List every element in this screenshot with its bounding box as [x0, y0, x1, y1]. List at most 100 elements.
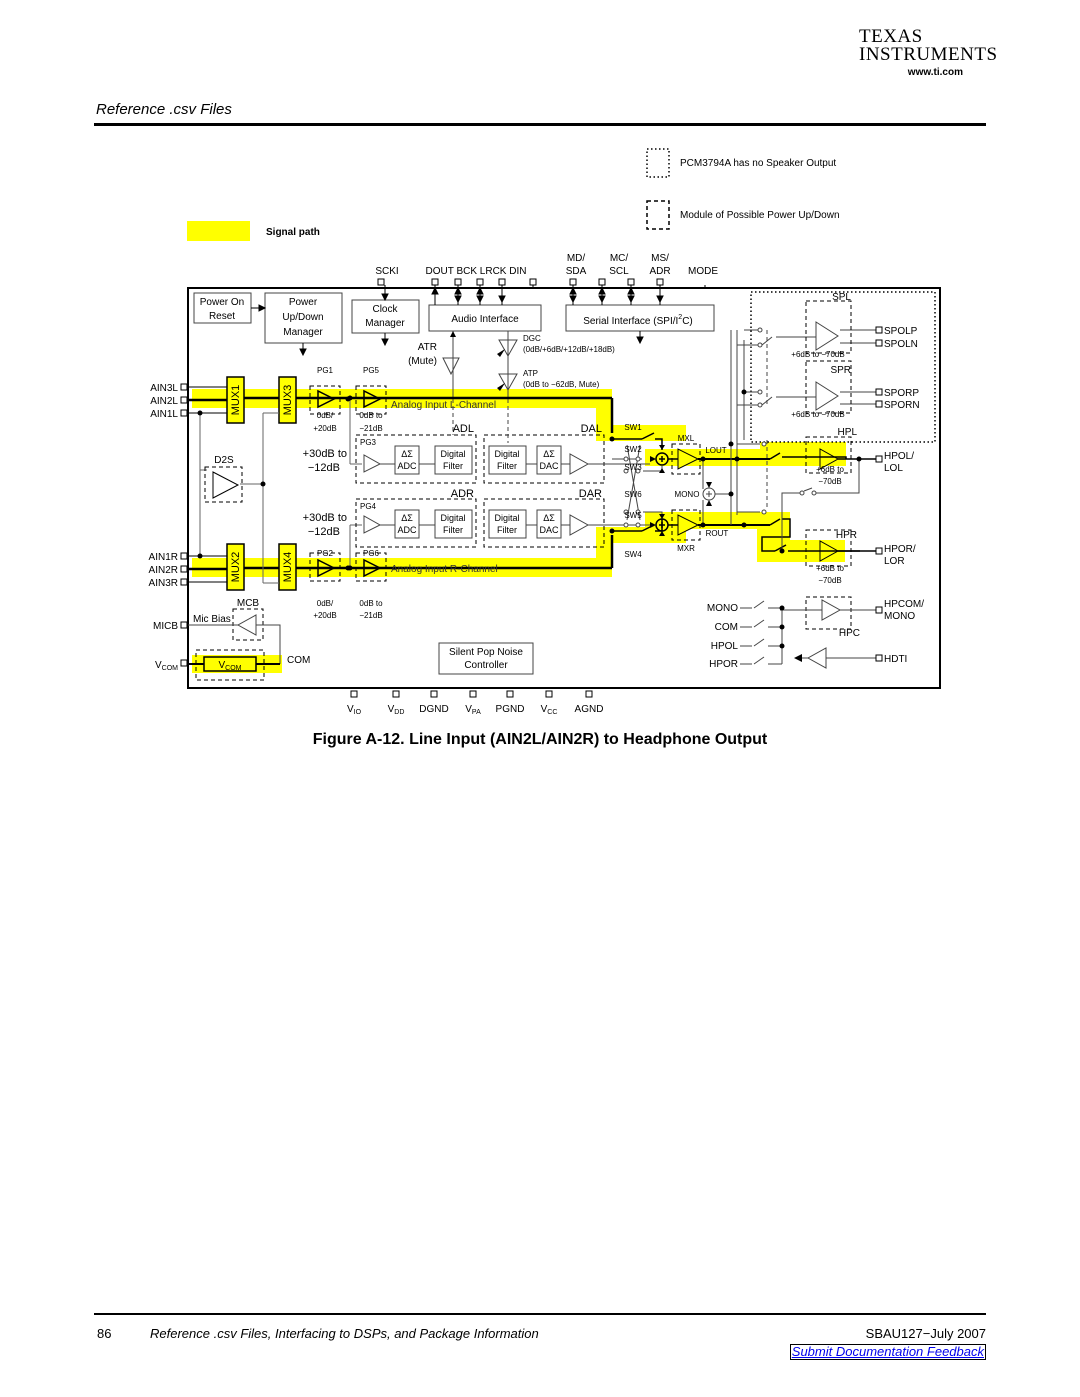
spl-module: [805, 300, 852, 354]
footer-title: Reference .csv Files, Interfacing to DSP…: [150, 1326, 539, 1341]
adl-label: ADL: [453, 423, 474, 435]
por-label-1: Power On: [200, 297, 244, 308]
d2s-label: D2S: [214, 455, 234, 466]
df-dal-1: Digital: [494, 449, 519, 459]
adc-r-label: ADC: [397, 525, 417, 535]
mux2: MUX2: [230, 552, 242, 583]
hdti-buffer-icon: [806, 647, 827, 669]
pin-hdti: HDTI: [884, 654, 907, 665]
adc-l-label: ADC: [397, 461, 417, 471]
pin-sporp: SPORP: [884, 388, 919, 399]
pg6-range-2: −21dB: [359, 611, 382, 620]
mic-bias-amp-icon: [236, 614, 257, 636]
pg5-label: PG5: [363, 366, 380, 375]
pin-hpcom: HPCOM/: [884, 599, 924, 610]
sw5-label: SW5: [624, 511, 642, 520]
atp-label: ATP: [523, 369, 538, 378]
lout-label: LOUT: [705, 446, 726, 455]
dal-label: DAL: [581, 423, 602, 435]
atr-label: ATR: [418, 342, 437, 353]
pin-ain3l: AIN3L: [150, 383, 178, 394]
por-label-2: Reset: [209, 311, 235, 322]
hpc-in-hpol: HPOL: [711, 641, 739, 652]
pin-ain2l: AIN2L: [150, 396, 178, 407]
pud-label-2: Up/Down: [282, 312, 323, 323]
mux4: MUX4: [282, 552, 294, 583]
pin-mode: MODE: [688, 266, 718, 277]
mono-label: MONO: [675, 490, 700, 499]
df-adl-2: Filter: [443, 461, 463, 471]
dal-module: [483, 434, 605, 484]
pin-vcc: VCC: [541, 704, 558, 716]
pg3-amp-icon: [363, 454, 382, 473]
sw1-label: SW1: [624, 423, 642, 432]
pin-mc: MC/: [610, 253, 629, 264]
pin-vcom: VCOM: [155, 660, 178, 672]
spl-label: SPL: [832, 292, 851, 303]
atr-mute-label: (Mute): [408, 356, 437, 367]
serial-if-label: Serial Interface (SPI/I: [583, 316, 678, 327]
sw4-label: SW4: [624, 550, 642, 559]
hpl-range-1: +6dB to: [816, 465, 844, 474]
sw2-label: SW2: [624, 445, 642, 454]
rout-label: ROUT: [706, 529, 729, 538]
hpc-amp-icon: [821, 599, 842, 621]
pud-label-1: Power: [289, 297, 318, 308]
atr-triangle: [442, 357, 460, 376]
bottom-rule: [94, 1313, 986, 1315]
doc-id: SBAU127−July 2007: [865, 1326, 986, 1341]
dar-amp-icon: [569, 514, 590, 536]
pin-adr: ADR: [649, 266, 670, 277]
pg6-label: PG6: [363, 549, 380, 558]
pg1-range-2: +20dB: [313, 424, 336, 433]
pg5-range-1: 0dB to: [359, 411, 383, 420]
legend-dotted-box: [646, 148, 670, 178]
pin-vdd: VDD: [388, 704, 405, 716]
pin-ms: MS/: [651, 253, 669, 264]
dac-l-label: DAC: [539, 461, 559, 471]
pg4-range-2: −12dB: [308, 526, 340, 538]
pg6-range-1: 0dB to: [359, 599, 383, 608]
dac-r-label: DAC: [539, 525, 559, 535]
pud-label-3: Manager: [283, 327, 323, 338]
analog-input-r-label: Analog Input R-Channel: [391, 564, 498, 575]
mic-bias-label: Mic Bias: [193, 614, 231, 625]
df-dar-2: Filter: [497, 525, 517, 535]
spn-label-1: Silent Pop Noise: [449, 647, 523, 658]
ds-adr: ΔΣ: [401, 513, 413, 523]
df-dal-2: Filter: [497, 461, 517, 471]
ds-dal: ΔΣ: [543, 449, 555, 459]
pin-lol: LOL: [884, 463, 903, 474]
sw3-label: SW3: [624, 463, 642, 472]
pin-mono: MONO: [884, 611, 915, 622]
pin-ain1r: AIN1R: [149, 552, 178, 563]
clk-label-2: Manager: [365, 318, 405, 329]
pin-lor: LOR: [884, 556, 905, 567]
legend-dashed-label: Module of Possible Power Up/Down: [680, 210, 840, 221]
hpc-label: HPC: [839, 628, 860, 639]
pin-md: MD/: [567, 253, 586, 264]
mux1: MUX1: [230, 385, 242, 416]
pg1-range-1: 0dB/: [317, 411, 334, 420]
audio-if-label: Audio Interface: [451, 314, 519, 325]
pin-sporn: SPORN: [884, 400, 920, 411]
pin-scki: SCKI: [375, 266, 398, 277]
pg5-range-2: −21dB: [359, 424, 382, 433]
mux3: MUX3: [282, 385, 294, 416]
pg4-range-1: +30dB to: [303, 512, 347, 524]
d2s-amp-icon: [212, 471, 240, 499]
pin-hpor: HPOR/: [884, 544, 916, 555]
pin-dgnd: DGND: [419, 704, 448, 715]
dar-module: [483, 498, 605, 548]
pin-ain2r: AIN2R: [149, 565, 178, 576]
dgc-label: DGC: [523, 334, 541, 343]
mxl-label: MXL: [678, 434, 695, 443]
serial-if-end: C): [682, 316, 693, 327]
pg3-range-2: −12dB: [308, 462, 340, 474]
submit-feedback-link[interactable]: Submit Documentation Feedback: [789, 1344, 986, 1360]
pin-ain1l: AIN1L: [150, 409, 178, 420]
pin-ain3r: AIN3R: [149, 578, 178, 589]
analog-input-l-label: Analog Input L-Channel: [391, 400, 496, 411]
dgc-range: (0dB/+6dB/+12dB/+18dB): [523, 345, 615, 354]
dar-label: DAR: [579, 488, 602, 500]
